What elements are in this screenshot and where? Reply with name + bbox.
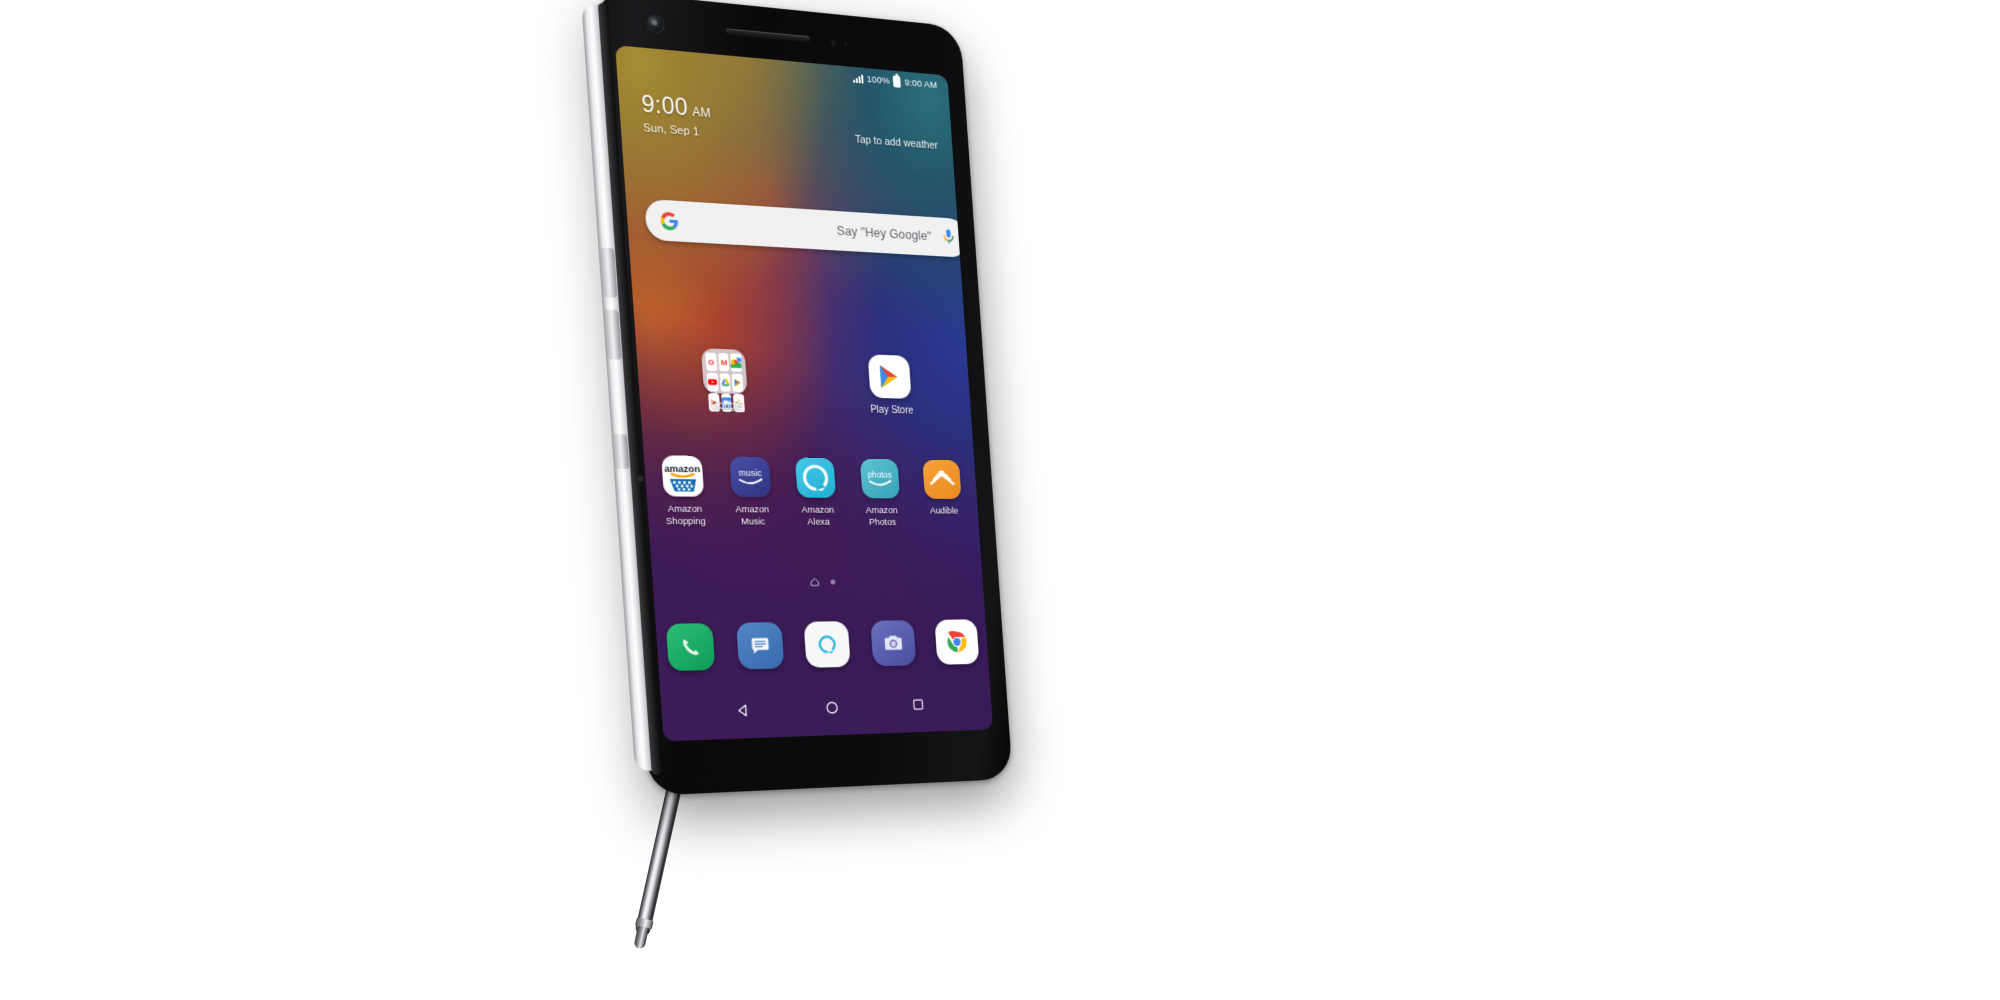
clock-widget[interactable]: 9:00 AM Sun, Sep 1 xyxy=(640,90,713,139)
youtube-icon xyxy=(706,372,719,392)
home-page-icon[interactable] xyxy=(810,578,819,587)
clock-ampm: AM xyxy=(691,104,712,121)
app-label-audible: Audible xyxy=(929,505,959,516)
battery-full-icon xyxy=(893,75,902,88)
home-item-play-store[interactable]: Play Store xyxy=(807,352,971,418)
light-sensor-icon xyxy=(843,41,848,46)
app-amazon-photos[interactable]: photos Amazon Photos xyxy=(851,458,910,528)
power-button[interactable] xyxy=(612,433,630,470)
home-folder-row: G M Google Play Store xyxy=(636,346,971,418)
app-amazon-shopping[interactable]: amazon Amazon Shopping xyxy=(652,455,715,527)
front-camera-icon xyxy=(647,15,664,33)
clock-time-value: 9:00 xyxy=(640,90,689,121)
google-folder-icon[interactable]: G M xyxy=(700,348,748,413)
audible-icon[interactable] xyxy=(922,459,962,500)
page-dot-2[interactable] xyxy=(830,579,836,585)
svg-text:photos: photos xyxy=(867,470,892,480)
folder-label-google: Google xyxy=(710,400,744,413)
app-label-amazon-music: Amazon Music xyxy=(735,504,770,526)
home-item-google-folder[interactable]: G M Google xyxy=(636,346,811,414)
dock xyxy=(665,619,980,672)
app-amazon-alexa[interactable]: Amazon Alexa xyxy=(786,457,847,527)
app-label-play-store: Play Store xyxy=(870,404,914,417)
app-label-amazon-shopping: Amazon Shopping xyxy=(665,503,706,526)
svg-text:music: music xyxy=(738,468,762,478)
proximity-sensor-icon xyxy=(830,40,836,46)
phone-device: 100% 9:00 AM 9:00 AM Sun, Sep 1 Tap to ad… xyxy=(581,0,1013,796)
search-placeholder[interactable]: Say "Hey Google" xyxy=(679,214,943,244)
earpiece-speaker xyxy=(725,28,810,43)
drive-icon xyxy=(719,373,732,392)
svg-text:M: M xyxy=(720,358,728,367)
dock-item-messages[interactable] xyxy=(735,622,784,670)
home-circle-icon[interactable] xyxy=(824,700,839,715)
dock-item-phone[interactable] xyxy=(665,623,716,672)
amazon-alexa-icon[interactable] xyxy=(794,457,837,498)
app-amazon-music[interactable]: music Amazon Music xyxy=(720,456,782,527)
svg-text:amazon: amazon xyxy=(664,464,701,476)
recents-square-icon[interactable] xyxy=(911,697,925,711)
svg-text:G: G xyxy=(708,358,715,367)
product-photo-canvas: 100% 9:00 AM 9:00 AM Sun, Sep 1 Tap to ad… xyxy=(0,0,2000,1000)
amazon-shopping-icon[interactable]: amazon xyxy=(661,455,705,497)
google-search-icon: G xyxy=(705,352,718,372)
maps-icon xyxy=(730,353,743,372)
dock-item-chrome[interactable] xyxy=(934,619,980,665)
dock-item-camera[interactable] xyxy=(869,620,916,667)
app-label-amazon-alexa: Amazon Alexa xyxy=(801,504,835,527)
dock-item-alexa[interactable] xyxy=(803,621,851,668)
phone-screen: 100% 9:00 AM 9:00 AM Sun, Sep 1 Tap to ad… xyxy=(615,45,994,742)
clock-time: 9:00 AM xyxy=(640,90,712,121)
amazon-photos-icon[interactable]: photos xyxy=(859,458,900,499)
app-label-amazon-photos: Amazon Photos xyxy=(865,505,899,527)
google-g-icon xyxy=(660,211,679,230)
back-triangle-icon[interactable] xyxy=(734,702,750,718)
microphone-hole xyxy=(636,475,644,482)
microphone-icon[interactable] xyxy=(942,228,956,246)
home-app-row: amazon Amazon Shopping music Amazon Musi… xyxy=(652,455,972,528)
app-audible[interactable]: Audible xyxy=(914,459,972,529)
gmail-icon: M xyxy=(717,352,730,372)
signal-bars-icon xyxy=(853,73,864,84)
amazon-music-icon[interactable]: music xyxy=(728,456,772,498)
play-store-icon[interactable] xyxy=(867,354,912,399)
play-store-icon xyxy=(731,373,744,393)
